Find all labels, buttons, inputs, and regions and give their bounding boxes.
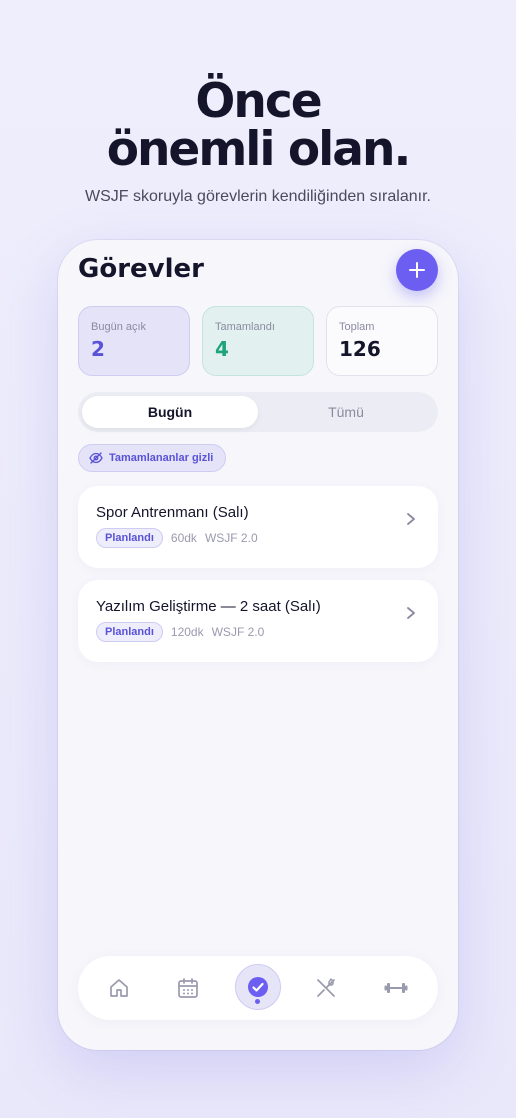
calendar-icon bbox=[178, 978, 198, 998]
status-badge: Planlandı bbox=[96, 528, 163, 548]
chip-label: Tamamlananlar gizli bbox=[109, 452, 214, 464]
hide-completed-chip[interactable]: Tamamlananlar gizli bbox=[78, 444, 227, 472]
task-wsjf: WSJF 2.0 bbox=[204, 531, 258, 545]
stat-value: 2 bbox=[91, 337, 105, 361]
check-circle-icon bbox=[248, 977, 268, 997]
stat-value: 126 bbox=[339, 337, 381, 361]
task-duration: 120dk bbox=[170, 625, 204, 639]
task-duration: 60dk bbox=[170, 531, 197, 545]
home-icon bbox=[110, 979, 128, 997]
tab-workout[interactable] bbox=[380, 972, 412, 1004]
stat-value: 4 bbox=[215, 337, 229, 361]
chevron-right-icon bbox=[407, 607, 415, 619]
screen: Önce önemli olan. WSJF skoruyla görevler… bbox=[0, 0, 516, 1118]
stat-label: Toplam bbox=[339, 321, 375, 333]
task-card[interactable]: Spor Antrenmanı (Salı) Planlandı 60dk WS… bbox=[78, 486, 438, 568]
plus-icon bbox=[409, 262, 425, 278]
stat-card-open-today: Bugün açık 2 bbox=[78, 306, 190, 376]
tab-calendar[interactable] bbox=[172, 972, 204, 1004]
task-title: Yazılım Geliştirme — 2 saat (Salı) bbox=[96, 598, 321, 615]
tab-nutrition[interactable] bbox=[310, 972, 342, 1004]
hero-title-line1: Önce bbox=[195, 74, 322, 129]
task-wsjf: WSJF 2.0 bbox=[211, 625, 265, 639]
utensils-icon bbox=[317, 978, 335, 997]
tab-today[interactable]: Bugün bbox=[82, 396, 258, 428]
page-title: Görevler bbox=[78, 254, 204, 284]
tab-home[interactable] bbox=[103, 972, 135, 1004]
add-task-button[interactable] bbox=[396, 249, 438, 291]
task-title: Spor Antrenmanı (Salı) bbox=[96, 504, 249, 521]
hero-title-line2: önemli olan. bbox=[106, 122, 412, 177]
phone-frame: Görevler Bugün açık 2 Tamamlandı 4 Topla… bbox=[58, 240, 458, 1050]
stat-card-total: Toplam 126 bbox=[326, 306, 438, 376]
active-tab-indicator bbox=[255, 999, 260, 1004]
stat-label: Bugün açık bbox=[91, 321, 147, 333]
segment-control: Bugün Tümü bbox=[78, 392, 438, 432]
stat-card-completed: Tamamlandı 4 bbox=[202, 306, 314, 376]
status-badge: Planlandı bbox=[96, 622, 163, 642]
hero-title: Önce önemli olan. bbox=[0, 78, 516, 174]
task-meta: Planlandı 60dk WSJF 2.0 bbox=[96, 528, 258, 548]
stat-label: Tamamlandı bbox=[215, 321, 275, 333]
task-card[interactable]: Yazılım Geliştirme — 2 saat (Salı) Planl… bbox=[78, 580, 438, 662]
dumbbell-icon bbox=[384, 983, 408, 993]
chevron-right-icon bbox=[407, 513, 415, 525]
tab-all[interactable]: Tümü bbox=[258, 396, 434, 428]
task-meta: Planlandı 120dk WSJF 2.0 bbox=[96, 622, 264, 642]
hero-subtitle: WSJF skoruyla görevlerin kendiliğinden s… bbox=[85, 188, 431, 205]
bottom-tab-bar bbox=[78, 956, 438, 1020]
eye-off-icon bbox=[89, 452, 103, 464]
